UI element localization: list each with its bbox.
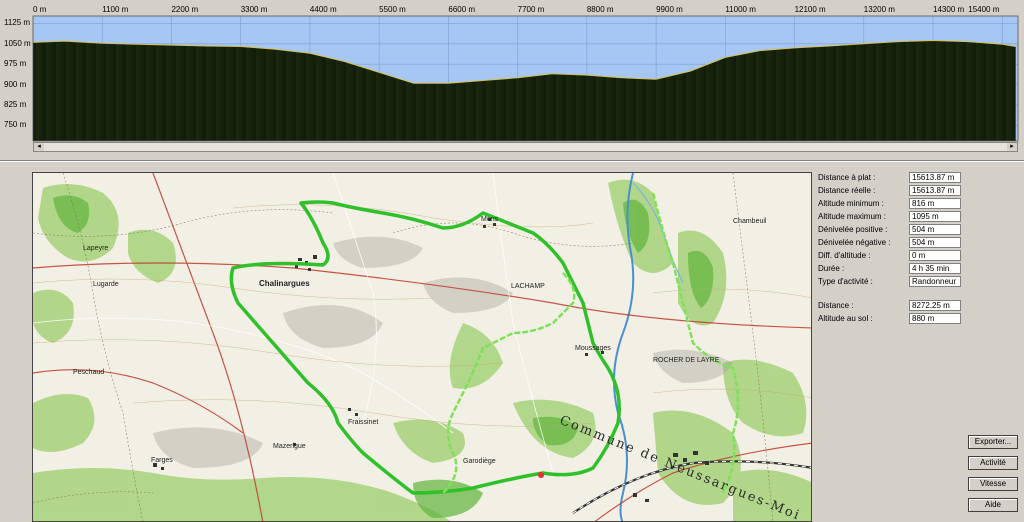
real-distance-label: Distance réelle :	[818, 186, 876, 195]
cursor-altitude-value: 880 m	[909, 313, 961, 324]
map-label-lapeyre: Lapeyre	[83, 245, 109, 252]
y-tick-label: 825 m	[4, 100, 27, 110]
altitude-diff-label: Diff. d'altitude :	[818, 251, 871, 260]
map-label-lachamp: LACHAMP	[511, 283, 545, 290]
scroll-left-icon[interactable]: ◂	[34, 143, 44, 151]
elevation-loss-label: Dénivelée négative :	[818, 238, 891, 247]
y-tick-label: 975 m	[4, 59, 27, 69]
activity-button[interactable]: Activité	[968, 456, 1018, 470]
x-tick-label: 5500 m	[379, 5, 406, 14]
x-tick-label: 7700 m	[517, 5, 545, 14]
altitude-diff-row: Diff. d'altitude : 0 m	[818, 250, 968, 262]
x-tick-label: 12100 m	[794, 5, 826, 14]
map-label-fraissinet: Fraissinet	[348, 419, 379, 426]
altitude-min-value: 816 m	[909, 198, 961, 209]
y-tick-label: 1050 m	[4, 38, 31, 48]
splitter[interactable]	[0, 160, 1024, 162]
elevation-gain-label: Dénivelée positive :	[818, 225, 888, 234]
duration-row: Durée : 4 h 35 min	[818, 263, 968, 275]
elevation-profile: 0 m 1100 m 2200 m 3300 m 4400 m 5500 m 6600 m 7…	[0, 0, 1024, 158]
x-tick-label: 6600 m	[448, 5, 476, 14]
x-tick-label: 14300 m	[933, 5, 965, 14]
x-tick-label: 3300 m	[240, 5, 268, 14]
x-tick-label: 2200 m	[171, 5, 199, 14]
map-label-mazerigue: Mazerigue	[273, 443, 306, 450]
y-tick-label: 750 m	[4, 120, 27, 130]
x-tick-label: 0 m	[33, 5, 47, 14]
y-tick-label: 1125 m	[4, 18, 31, 28]
scroll-right-icon[interactable]: ▸	[1007, 143, 1017, 151]
map-label-mons: Mons	[481, 216, 499, 223]
map-label-chalinargues: Chalinargues	[259, 279, 310, 288]
altitude-min-row: Altitude minimum : 816 m	[818, 198, 968, 210]
x-tick-label: 1100 m	[102, 5, 129, 14]
activity-type-row: Type d'activité : Randonneur	[818, 276, 968, 288]
altitude-max-value: 1095 m	[909, 211, 961, 222]
map-label-farges: Farges	[151, 457, 173, 464]
activity-type-value: Randonneur	[909, 276, 961, 287]
x-tick-label: 4400 m	[309, 5, 337, 14]
topo-map[interactable]: Chalinargues Mons Moussages Fraissinet F…	[32, 172, 812, 522]
cursor-distance-row: Distance : 8272.25 m	[818, 300, 968, 312]
x-tick-label: 8800 m	[586, 5, 614, 14]
real-distance-row: Distance réelle : 15613.87 m	[818, 185, 968, 197]
altitude-max-row: Altitude maximum : 1095 m	[818, 211, 968, 223]
duration-value: 4 h 35 min	[909, 263, 961, 274]
elevation-gain-value: 504 m	[909, 224, 961, 235]
map-label-lugarde: Lugarde	[93, 281, 119, 288]
export-button[interactable]: Exporter...	[968, 435, 1018, 449]
help-button[interactable]: Aide	[968, 498, 1018, 512]
flat-distance-value: 15613.87 m	[909, 172, 961, 183]
altitude-diff-value: 0 m	[909, 250, 961, 261]
elevation-chart	[32, 15, 1019, 142]
cursor-altitude-label: Altitude au sol :	[818, 314, 873, 323]
map-label-garodiege: Garodiège	[463, 458, 496, 465]
elevation-loss-value: 504 m	[909, 237, 961, 248]
cursor-distance-label: Distance :	[818, 301, 854, 310]
cursor-altitude-row: Altitude au sol : 880 m	[818, 313, 968, 325]
real-distance-value: 15613.87 m	[909, 185, 961, 196]
x-tick-label: 9900 m	[656, 5, 683, 14]
elevation-loss-row: Dénivelée négative : 504 m	[818, 237, 968, 249]
map-label-peschaud: Peschaud	[73, 369, 105, 376]
map-label-rocher-de-layre: ROCHER DE LAYRE	[653, 357, 720, 364]
map-label-moussages: Moussages	[575, 345, 611, 352]
map-label-chambeuil: Chambeuil	[733, 218, 767, 225]
x-tick-label: 13200 m	[863, 5, 895, 14]
altitude-min-label: Altitude minimum :	[818, 199, 884, 208]
altitude-max-label: Altitude maximum :	[818, 212, 887, 221]
activity-type-label: Type d'activité :	[818, 277, 873, 286]
x-tick-label: 11000 m	[725, 5, 756, 14]
profile-scrollbar[interactable]: ◂ ▸	[33, 142, 1018, 152]
flat-distance-row: Distance à plat : 15613.87 m	[818, 172, 968, 184]
elevation-gain-row: Dénivelée positive : 504 m	[818, 224, 968, 236]
duration-label: Durée :	[818, 264, 845, 273]
x-tick-label: 15400 m	[968, 5, 1000, 14]
speed-button[interactable]: Vitesse	[968, 477, 1018, 491]
flat-distance-label: Distance à plat :	[818, 173, 876, 182]
y-tick-label: 900 m	[4, 79, 27, 89]
cursor-distance-value: 8272.25 m	[909, 300, 961, 311]
